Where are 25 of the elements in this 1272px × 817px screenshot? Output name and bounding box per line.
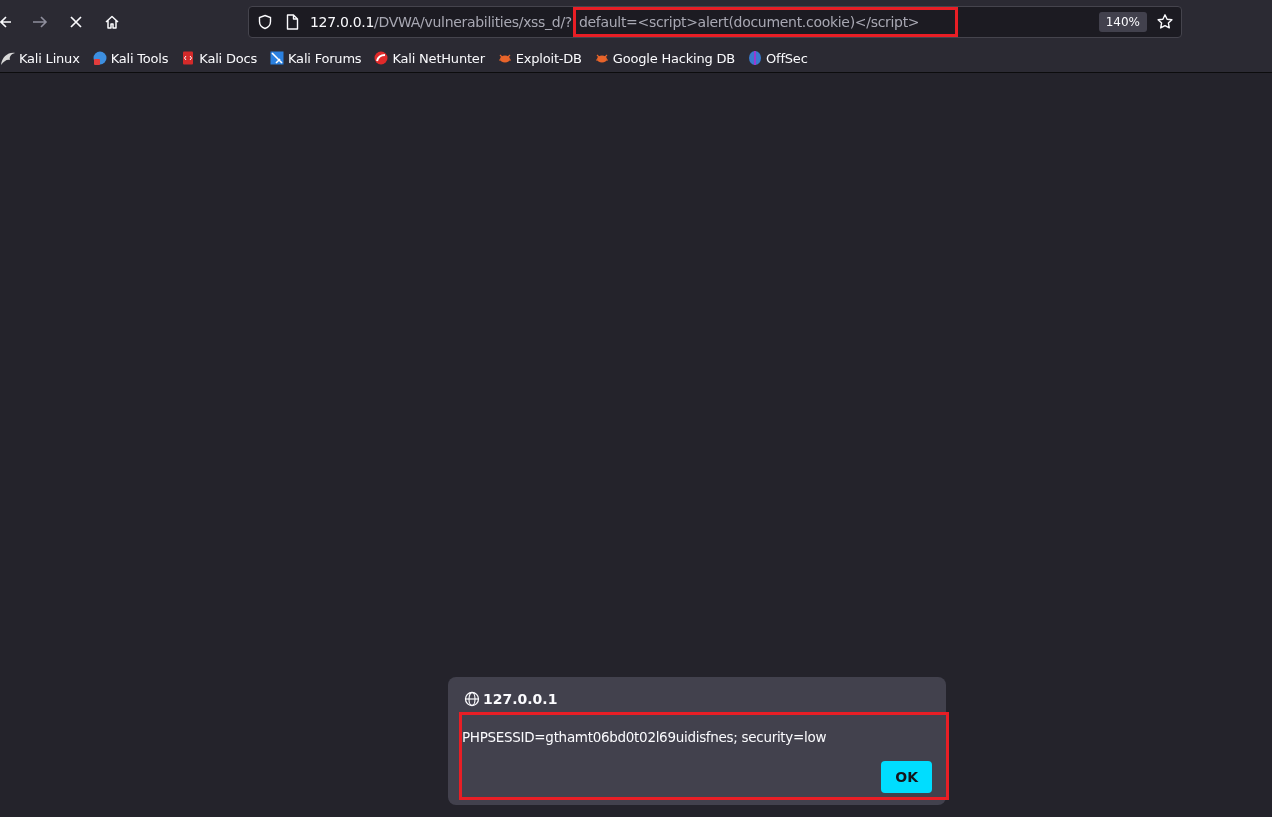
zoom-level-button[interactable]: 140% [1098,12,1147,32]
dialog-message: PHPSESSID=gthamt06bd0t02l69uidisfnes; security=low [462,729,828,745]
page-icon[interactable] [286,14,299,30]
address-bar[interactable]: 127.0.0.1/DVWA/vulnerabilities/xss_d/? default=<script>alert(document.cookie)</script> 140% [248,6,1182,38]
bookmark-favicon-icon [269,50,285,66]
bookmark-link[interactable]: Google Hacking DB [593,50,735,66]
bookmark-link[interactable]: Exploit-DB [496,50,582,66]
bookmark-link[interactable]: Kali Docs [180,50,257,66]
dialog-origin: 127.0.0.1 [483,691,558,707]
ok-button[interactable]: OK [881,761,932,793]
back-arrow-icon[interactable] [0,14,12,30]
bookmark-link[interactable]: Kali NetHunter [373,50,485,66]
bookmark-link[interactable]: Kali Forums [269,50,362,66]
bookmark-favicon-icon [0,50,16,66]
star-icon[interactable] [1156,13,1174,31]
globe-icon [464,691,480,707]
home-icon[interactable] [104,14,120,30]
stop-icon[interactable] [69,15,83,29]
shield-icon[interactable] [257,14,273,30]
bookmark-link[interactable]: Kali Linux [0,50,80,66]
bookmark-favicon-icon [373,50,390,66]
bookmark-link[interactable]: Kali Tools [91,50,169,66]
bookmark-favicon-icon [747,50,763,66]
bookmark-link[interactable]: OffSec [747,50,808,66]
bookmark-favicon-icon [91,50,108,66]
